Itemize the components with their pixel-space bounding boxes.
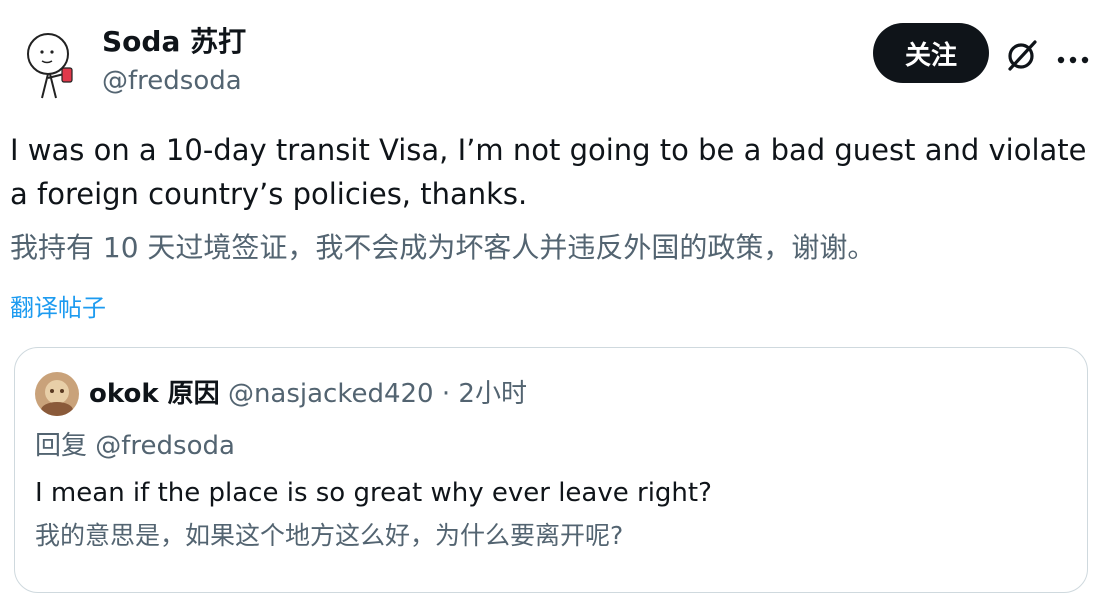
photo-avatar-icon [35, 372, 79, 416]
translate-post-link[interactable]: 翻译帖子 [10, 290, 106, 326]
quoted-author-handle[interactable]: @nasjacked420 [228, 379, 434, 409]
quoted-post-header: okok 原因 @nasjacked420 · 2小时 [89, 374, 527, 414]
reply-prefix: 回复 [35, 431, 88, 461]
follow-button[interactable]: 关注 [873, 23, 989, 83]
post-translation: 我持有 10 天过境签证，我不会成为坏客人并违反外国的政策，谢谢。 [10, 231, 876, 264]
more-dots-icon[interactable] [1056, 50, 1090, 64]
reply-context: 回复 @fredsoda [35, 426, 235, 466]
slashed-circle-icon[interactable] [1004, 37, 1040, 73]
quoted-author-name[interactable]: okok 原因 [89, 379, 220, 409]
quoted-post-text: I mean if the place is so great why ever… [35, 478, 712, 508]
quoted-author-avatar[interactable] [35, 372, 79, 416]
author-avatar[interactable] [20, 28, 84, 100]
author-display-name[interactable]: Soda 苏打 [102, 24, 246, 60]
quoted-post-translation: 我的意思是，如果这个地方这么好，为什么要离开呢? [35, 521, 624, 550]
quoted-post-time[interactable]: 2小时 [458, 379, 527, 409]
post-text: I was on a 10-day transit Visa, I’m not … [10, 133, 1087, 211]
author-handle[interactable]: @fredsoda [102, 64, 242, 98]
reply-handle-link[interactable]: @fredsoda [95, 431, 235, 461]
header-separator: · [441, 379, 451, 409]
quoted-post-card[interactable]: okok 原因 @nasjacked420 · 2小时 回复 @fredsoda… [14, 347, 1088, 593]
stick-figure-avatar-icon [27, 33, 73, 99]
